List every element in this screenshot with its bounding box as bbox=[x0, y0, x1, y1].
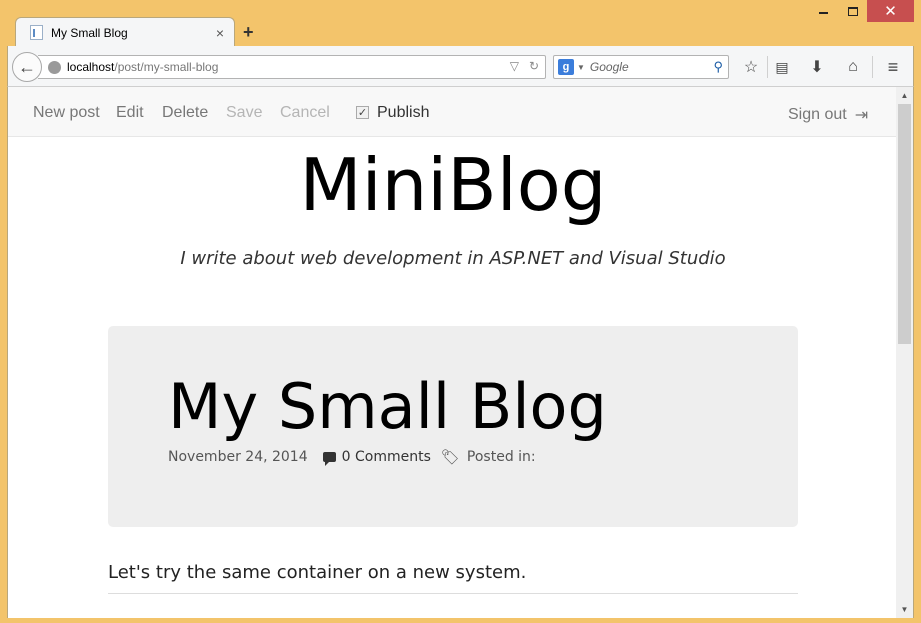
new-post-button[interactable]: New post bbox=[33, 104, 100, 122]
maximize-button[interactable] bbox=[838, 0, 867, 22]
toolbar-divider bbox=[767, 56, 768, 78]
admin-bar: New post Edit Delete Save Cancel ✓ Publi… bbox=[8, 87, 898, 137]
back-arrow-icon: ← bbox=[18, 56, 36, 77]
site-title[interactable]: MiniBlog bbox=[8, 149, 898, 221]
scroll-thumb[interactable] bbox=[898, 104, 911, 344]
post-divider bbox=[108, 593, 798, 594]
scroll-down-arrow-icon[interactable]: ▼ bbox=[896, 601, 913, 618]
comments-link[interactable]: 0 Comments bbox=[342, 449, 431, 465]
post-meta: November 24, 2014 0 Comments 🏷 Posted in… bbox=[168, 448, 536, 466]
google-logo-icon[interactable]: g bbox=[558, 59, 574, 75]
post-body: Let's try the same container on a new sy… bbox=[108, 562, 527, 583]
reading-list-icon[interactable]: ▤ bbox=[771, 56, 793, 78]
back-button[interactable]: ← bbox=[12, 52, 42, 82]
posted-in-label: Posted in: bbox=[466, 449, 536, 465]
vertical-scrollbar[interactable]: ▲ ▼ bbox=[896, 87, 913, 618]
minimize-icon bbox=[819, 8, 828, 14]
page-favicon-icon bbox=[30, 25, 43, 40]
edit-button[interactable]: Edit bbox=[116, 104, 144, 122]
url-host: localhost bbox=[67, 60, 115, 74]
star-icon[interactable]: ☆ bbox=[740, 56, 762, 78]
post-title: My Small Blog bbox=[168, 370, 607, 443]
globe-icon bbox=[48, 60, 61, 74]
search-placeholder: Google bbox=[589, 60, 629, 74]
address-bar[interactable]: localhost/post/my-small-blog ▽ ↻ bbox=[38, 55, 546, 79]
close-icon: ✕ bbox=[884, 3, 897, 20]
publish-checkbox[interactable]: ✓ bbox=[356, 106, 369, 119]
hamburger-menu-icon[interactable]: ≡ bbox=[882, 56, 904, 78]
sign-out-button[interactable]: Sign out ⇥ bbox=[788, 105, 868, 125]
cancel-button[interactable]: Cancel bbox=[280, 104, 330, 122]
publish-label[interactable]: Publish bbox=[377, 104, 429, 122]
new-tab-button[interactable]: + bbox=[243, 22, 254, 43]
sign-out-label: Sign out bbox=[788, 106, 847, 123]
site-subtitle: I write about web development in ASP.NET… bbox=[180, 248, 726, 269]
delete-button[interactable]: Delete bbox=[162, 104, 208, 122]
navigation-toolbar: localhost/post/my-small-blog ▽ ↻ ← g ▼ G… bbox=[7, 46, 914, 87]
sign-out-icon: ⇥ bbox=[854, 107, 869, 124]
page-viewport: New post Edit Delete Save Cancel ✓ Publi… bbox=[7, 87, 914, 618]
tab-close-button[interactable]: × bbox=[216, 25, 224, 41]
tags-icon: 🏷 bbox=[440, 448, 460, 466]
browser-tab[interactable]: My Small Blog × bbox=[15, 17, 235, 47]
home-icon[interactable]: ⌂ bbox=[842, 56, 864, 78]
search-icon[interactable]: ⚲ bbox=[713, 59, 723, 75]
comment-icon bbox=[322, 452, 336, 466]
post-date: November 24, 2014 bbox=[168, 449, 308, 465]
window-controls: ✕ bbox=[809, 0, 914, 22]
search-box[interactable]: g ▼ Google ⚲ bbox=[553, 55, 729, 79]
url-path: /post/my-small-blog bbox=[114, 60, 219, 74]
minimize-button[interactable] bbox=[809, 0, 838, 22]
search-engine-dropdown-icon[interactable]: ▼ bbox=[577, 63, 585, 72]
reload-icon[interactable]: ↻ bbox=[529, 59, 539, 73]
toolbar-divider bbox=[872, 56, 873, 78]
download-icon[interactable]: ⬇ bbox=[806, 56, 828, 78]
browser-window: ✕ My Small Blog × + localhost/post/my-sm… bbox=[0, 0, 921, 623]
tab-title: My Small Blog bbox=[51, 25, 128, 40]
save-button[interactable]: Save bbox=[226, 104, 262, 122]
maximize-icon bbox=[847, 6, 858, 16]
window-close-button[interactable]: ✕ bbox=[867, 0, 914, 22]
post-header: My Small Blog November 24, 2014 0 Commen… bbox=[108, 326, 798, 527]
url-actions: ▽ ↻ bbox=[510, 59, 539, 73]
scroll-up-arrow-icon[interactable]: ▲ bbox=[896, 87, 913, 104]
url-dropdown-icon[interactable]: ▽ bbox=[510, 59, 519, 73]
